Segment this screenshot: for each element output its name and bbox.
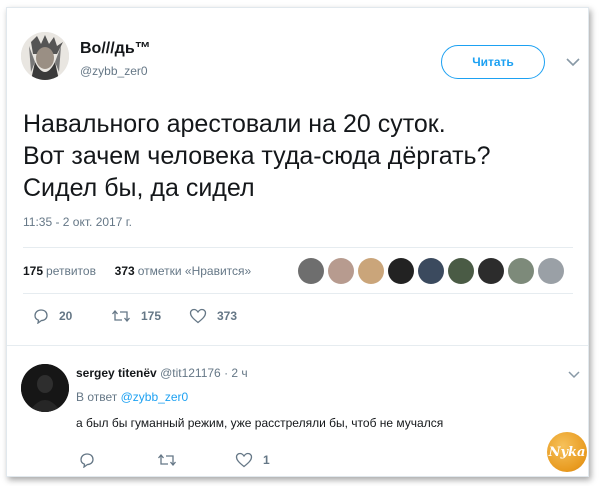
reply-author-name[interactable]: sergey titenёv (76, 366, 157, 380)
author-name[interactable]: Bo///дь™ (80, 40, 151, 58)
reply-to-prefix: В ответ (76, 390, 118, 404)
retweets-count: 175 (23, 264, 44, 278)
liker-avatar[interactable] (538, 258, 564, 284)
follow-button[interactable]: Читать (441, 45, 545, 79)
tweet-stats: 175 ретвитов 373 отметки «Нравится» (23, 264, 251, 278)
retweets-stat[interactable]: 175 ретвитов (23, 264, 96, 278)
liker-avatar[interactable] (478, 258, 504, 284)
retweet-button[interactable]: 175 (111, 308, 161, 324)
reply-time[interactable]: · 2 ч (224, 366, 248, 380)
tweet-text-line: Вот зачем человека туда-сюда дёргать? (23, 142, 491, 170)
likes-stat[interactable]: 373 отметки «Нравится» (115, 264, 252, 278)
chevron-down-icon[interactable] (567, 370, 581, 380)
liker-avatar[interactable] (358, 258, 384, 284)
tweet-actions: 20 175 373 (23, 308, 323, 328)
reply-like-count: 1 (263, 453, 270, 467)
divider (7, 345, 588, 346)
liker-avatar[interactable] (298, 258, 324, 284)
likes-count: 373 (114, 264, 135, 278)
reply-reply-button[interactable] (79, 452, 95, 468)
reply-author-handle[interactable]: @tit121176 (160, 366, 221, 380)
tweet-text-line: Навального арестовали на 20 суток. (23, 110, 446, 138)
author-handle[interactable]: @zybb_zer0 (80, 64, 148, 78)
retweet-count: 175 (141, 309, 162, 323)
reply-text: а был бы гуманный режим, уже расстреляли… (76, 416, 444, 430)
chevron-down-icon[interactable] (565, 56, 581, 68)
reply-count: 20 (59, 309, 73, 323)
retweet-icon (158, 453, 176, 467)
reply-retweet-button[interactable] (157, 452, 177, 468)
tweet-text: Навального арестовали на 20 суток. Вот з… (23, 108, 583, 204)
divider (23, 293, 573, 294)
reply-to-handle-link[interactable]: @zybb_zer0 (121, 390, 189, 404)
liker-avatar[interactable] (388, 258, 414, 284)
liker-avatar[interactable] (328, 258, 354, 284)
author-avatar[interactable] (21, 32, 69, 80)
liker-avatar[interactable] (508, 258, 534, 284)
liker-avatar[interactable] (418, 258, 444, 284)
liker-avatar[interactable] (448, 258, 474, 284)
likes-label: отметки «Нравится» (137, 264, 252, 278)
tweet-text-line: Сидел бы, да сидел (23, 174, 255, 202)
retweets-label: ретвитов (46, 264, 96, 278)
watermark-text: Nyka (548, 444, 586, 460)
reply-icon (80, 453, 94, 468)
heart-icon (189, 308, 207, 324)
tweet-card: Bo///дь™ @zybb_zer0 Читать Навального ар… (6, 7, 589, 477)
reply-like-button[interactable]: 1 (235, 452, 270, 468)
like-count: 373 (217, 309, 238, 323)
reply-actions: 1 (76, 452, 296, 470)
reply-icon (34, 309, 48, 324)
heart-icon (235, 452, 253, 468)
retweet-icon (112, 309, 130, 323)
reply-author-avatar[interactable] (21, 364, 69, 412)
reply-header: sergey titenёv @tit121176 · 2 ч (76, 366, 248, 380)
like-button[interactable]: 373 (189, 308, 237, 324)
divider (23, 247, 573, 248)
reply-button[interactable]: 20 (33, 308, 72, 324)
watermark-logo: Nyka (547, 432, 587, 472)
reply-to-line: В ответ @zybb_zer0 (76, 390, 188, 404)
tweet-timestamp[interactable]: 11:35 - 2 окт. 2017 г. (23, 215, 132, 229)
